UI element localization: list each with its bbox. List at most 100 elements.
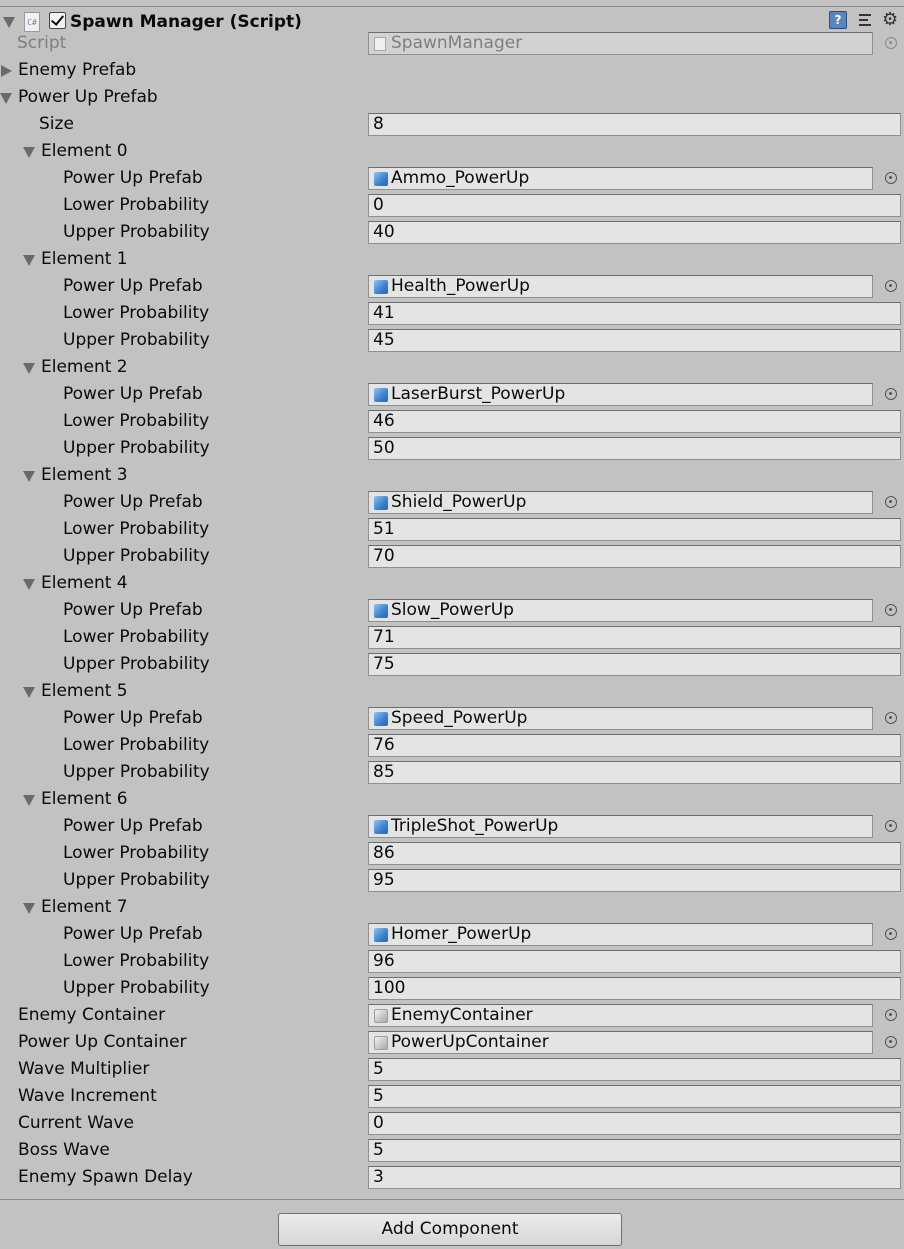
presets-icon[interactable] [857,11,875,29]
element-3-row: Element 3 [0,462,904,489]
element-3-lower-row: Lower Probability 51 [0,516,904,543]
lower-probability-field[interactable]: 71 [368,626,901,649]
lower-probability-field[interactable]: 41 [368,302,901,325]
lower-probability-field[interactable]: 46 [368,410,901,433]
upper-probability-field[interactable]: 40 [368,221,901,244]
element-1-foldout[interactable]: Element 1 [41,249,128,269]
object-picker-icon[interactable] [885,388,897,400]
element-7-prefab-row: Power Up Prefab Homer_PowerUp [0,921,904,948]
upper-probability-field[interactable]: 50 [368,437,901,460]
triangle-down-icon[interactable] [23,471,35,482]
element-6-upper-row: Upper Probability 95 [0,867,904,894]
object-picker-icon[interactable] [885,820,897,832]
size-field[interactable]: 8 [368,113,901,136]
wave-multiplier-field[interactable]: 5 [368,1058,901,1081]
power-up-prefab-field[interactable]: Speed_PowerUp [368,707,873,730]
element-5-prefab-row: Power Up Prefab Speed_PowerUp [0,705,904,732]
triangle-down-icon[interactable] [23,255,35,266]
lower-probability-field[interactable]: 0 [368,194,901,217]
script-field: SpawnManager [368,32,873,55]
element-7-upper-row: Upper Probability 100 [0,975,904,1002]
add-component-button[interactable]: Add Component [278,1213,622,1246]
upper-probability-label: Upper Probability [63,222,210,242]
object-picker-icon[interactable] [885,928,897,940]
power-up-prefab-field[interactable]: LaserBurst_PowerUp [368,383,873,406]
prefab-cube-icon [374,172,388,186]
upper-probability-label: Upper Probability [63,546,210,566]
lower-probability-field[interactable]: 86 [368,842,901,865]
enemy-container-field[interactable]: EnemyContainer [368,1004,873,1027]
boss-wave-field[interactable]: 5 [368,1139,901,1162]
current-wave-field[interactable]: 0 [368,1112,901,1135]
element-6-prefab-row: Power Up Prefab TripleShot_PowerUp [0,813,904,840]
object-picker-icon[interactable] [885,604,897,616]
element-0-prefab-row: Power Up Prefab Ammo_PowerUp [0,165,904,192]
size-label: Size [39,114,74,134]
power-up-prefab-label: Power Up Prefab [63,600,203,620]
lower-probability-label: Lower Probability [63,843,210,863]
power-up-prefab-label: Power Up Prefab [63,924,203,944]
lower-probability-field[interactable]: 51 [368,518,901,541]
triangle-down-icon[interactable] [23,687,35,698]
power-up-container-field[interactable]: PowerUpContainer [368,1031,873,1054]
prefab-cube-icon [374,820,388,834]
triangle-down-icon[interactable] [23,903,35,914]
lower-probability-field[interactable]: 96 [368,950,901,973]
power-up-prefab-field[interactable]: Slow_PowerUp [368,599,873,622]
element-5-foldout[interactable]: Element 5 [41,681,128,701]
triangle-down-icon[interactable] [23,363,35,374]
element-3-foldout[interactable]: Element 3 [41,465,128,485]
lower-probability-label: Lower Probability [63,735,210,755]
object-picker-icon[interactable] [885,172,897,184]
enemy-prefab-foldout[interactable]: Enemy Prefab [18,60,136,80]
element-4-foldout[interactable]: Element 4 [41,573,128,593]
object-field-value: PowerUpContainer [391,1032,549,1052]
power-up-prefab-label: Power Up Prefab [63,492,203,512]
power-up-prefab-foldout[interactable]: Power Up Prefab [18,87,158,107]
power-up-prefab-field[interactable]: Health_PowerUp [368,275,873,298]
element-7-foldout[interactable]: Element 7 [41,897,128,917]
triangle-down-icon[interactable] [0,93,12,104]
upper-probability-field[interactable]: 70 [368,545,901,568]
power-up-prefab-field[interactable]: Shield_PowerUp [368,491,873,514]
help-icon[interactable]: ? [829,11,847,29]
triangle-right-icon[interactable] [1,65,12,77]
object-picker-icon[interactable] [885,280,897,292]
triangle-down-icon[interactable] [23,579,35,590]
element-2-prefab-row: Power Up Prefab LaserBurst_PowerUp [0,381,904,408]
object-picker-icon[interactable] [885,712,897,724]
wave-increment-label: Wave Increment [18,1086,157,1106]
upper-probability-field[interactable]: 85 [368,761,901,784]
gear-icon[interactable]: ⚙ [882,11,900,29]
power-up-prefab-field[interactable]: TripleShot_PowerUp [368,815,873,838]
object-field-value: SpawnManager [391,33,523,53]
enemy-spawn-delay-row: Enemy Spawn Delay 3 [0,1164,904,1191]
lower-probability-label: Lower Probability [63,303,210,323]
component-foldout-icon[interactable] [3,17,15,28]
power-up-prefab-label: Power Up Prefab [63,276,203,296]
triangle-down-icon[interactable] [23,147,35,158]
prefab-cube-icon [374,928,388,942]
wave-increment-field[interactable]: 5 [368,1085,901,1108]
component-enabled-checkbox[interactable] [49,12,66,29]
element-7-lower-row: Lower Probability 96 [0,948,904,975]
element-6-foldout[interactable]: Element 6 [41,789,128,809]
upper-probability-field[interactable]: 100 [368,977,901,1000]
upper-probability-field[interactable]: 75 [368,653,901,676]
triangle-down-icon[interactable] [23,795,35,806]
object-picker-icon[interactable] [885,1036,897,1048]
power-up-prefab-field[interactable]: Homer_PowerUp [368,923,873,946]
enemy-spawn-delay-field[interactable]: 3 [368,1166,901,1189]
element-1-prefab-row: Power Up Prefab Health_PowerUp [0,273,904,300]
array-size-row: Size 8 [0,111,904,138]
element-2-foldout[interactable]: Element 2 [41,357,128,377]
element-0-foldout[interactable]: Element 0 [41,141,128,161]
object-picker-icon[interactable] [885,1009,897,1021]
power-up-prefab-field[interactable]: Ammo_PowerUp [368,167,873,190]
upper-probability-field[interactable]: 95 [368,869,901,892]
power-up-prefab-label: Power Up Prefab [63,708,203,728]
object-picker-icon[interactable] [885,496,897,508]
lower-probability-field[interactable]: 76 [368,734,901,757]
upper-probability-field[interactable]: 45 [368,329,901,352]
object-field-value: TripleShot_PowerUp [391,816,559,836]
